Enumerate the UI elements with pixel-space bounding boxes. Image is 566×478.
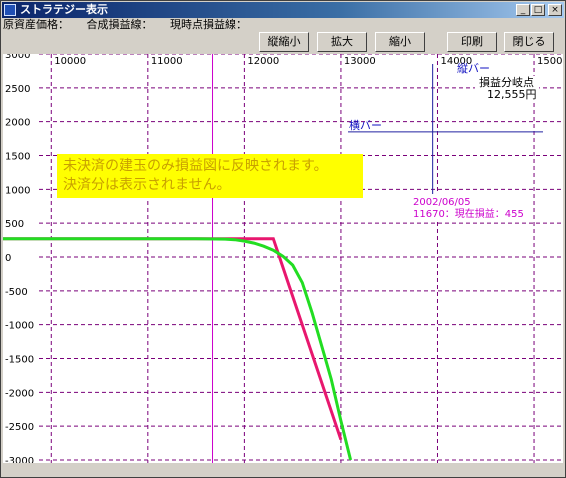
x-tick-label: 15000: [537, 56, 563, 67]
message-line-1: 未決済の建玉のみ損益図に反映されます。: [63, 158, 328, 174]
pl-chart[interactable]: 1000011000120001300014000150003000250020…: [3, 54, 563, 463]
info-bar: 原資産価格： 合成損益線： 現時点損益線：: [3, 18, 261, 32]
y-tick-label: 1000: [5, 185, 30, 196]
y-tick-label: -1000: [5, 321, 34, 332]
horizontal-bar-label: 横バー: [349, 118, 382, 132]
vertical-bar-label: 縦バー: [457, 62, 490, 75]
strategy-window: ストラテジー表示 _ □ × 原資産価格： 合成損益線： 現時点損益線： 縦縮小…: [0, 0, 566, 478]
y-tick-label: 3000: [5, 54, 30, 61]
maximize-button[interactable]: □: [531, 4, 545, 16]
y-tick-label: 1500: [5, 152, 30, 163]
x-tick-label: 11000: [151, 56, 183, 67]
x-tick-label: 13000: [344, 56, 376, 67]
expiry-pl-line: [3, 237, 343, 441]
current-pl-label: 現時点損益線：: [170, 18, 247, 31]
x-tick-label: 10000: [54, 56, 86, 67]
close-button[interactable]: 閉じる: [504, 32, 554, 52]
y-tick-label: -500: [5, 287, 28, 298]
window-title: ストラテジー表示: [20, 3, 108, 16]
breakeven-value: 12,555円: [487, 88, 537, 101]
minimize-button[interactable]: _: [516, 4, 530, 16]
pl-chart-svg: 1000011000120001300014000150003000250020…: [3, 54, 563, 463]
y-tick-label: 2000: [5, 118, 30, 129]
zoom-out-button[interactable]: 縮小: [375, 32, 425, 52]
cursor-readout: 11670：現在損益：455: [413, 207, 524, 220]
cursor-date: 2002/06/05: [413, 197, 471, 208]
zoom-in-button[interactable]: 拡大: [317, 32, 367, 52]
message-line-2: 決済分は表示されません。: [63, 177, 231, 193]
y-tick-label: -3000: [5, 456, 34, 463]
composite-pl-label: 合成損益線：: [86, 18, 153, 31]
app-icon: [4, 4, 16, 16]
underlying-price-label: 原資産価格：: [3, 18, 69, 31]
y-tick-label: -1500: [5, 355, 34, 366]
y-tick-label: -2500: [5, 422, 34, 433]
title-bar[interactable]: ストラテジー表示 _ □ ×: [2, 2, 564, 18]
y-tick-label: 0: [5, 253, 11, 264]
y-tick-label: 500: [5, 219, 24, 230]
close-window-button[interactable]: ×: [548, 4, 562, 16]
x-tick-label: 12000: [247, 56, 279, 67]
reset-zoom-button[interactable]: 縦縮小: [259, 32, 309, 52]
y-tick-label: 2500: [5, 84, 30, 95]
breakeven-label: 損益分岐点: [479, 75, 534, 89]
print-button[interactable]: 印刷: [447, 32, 497, 52]
current-pl-line: [3, 237, 353, 461]
y-tick-label: -2000: [5, 388, 34, 399]
